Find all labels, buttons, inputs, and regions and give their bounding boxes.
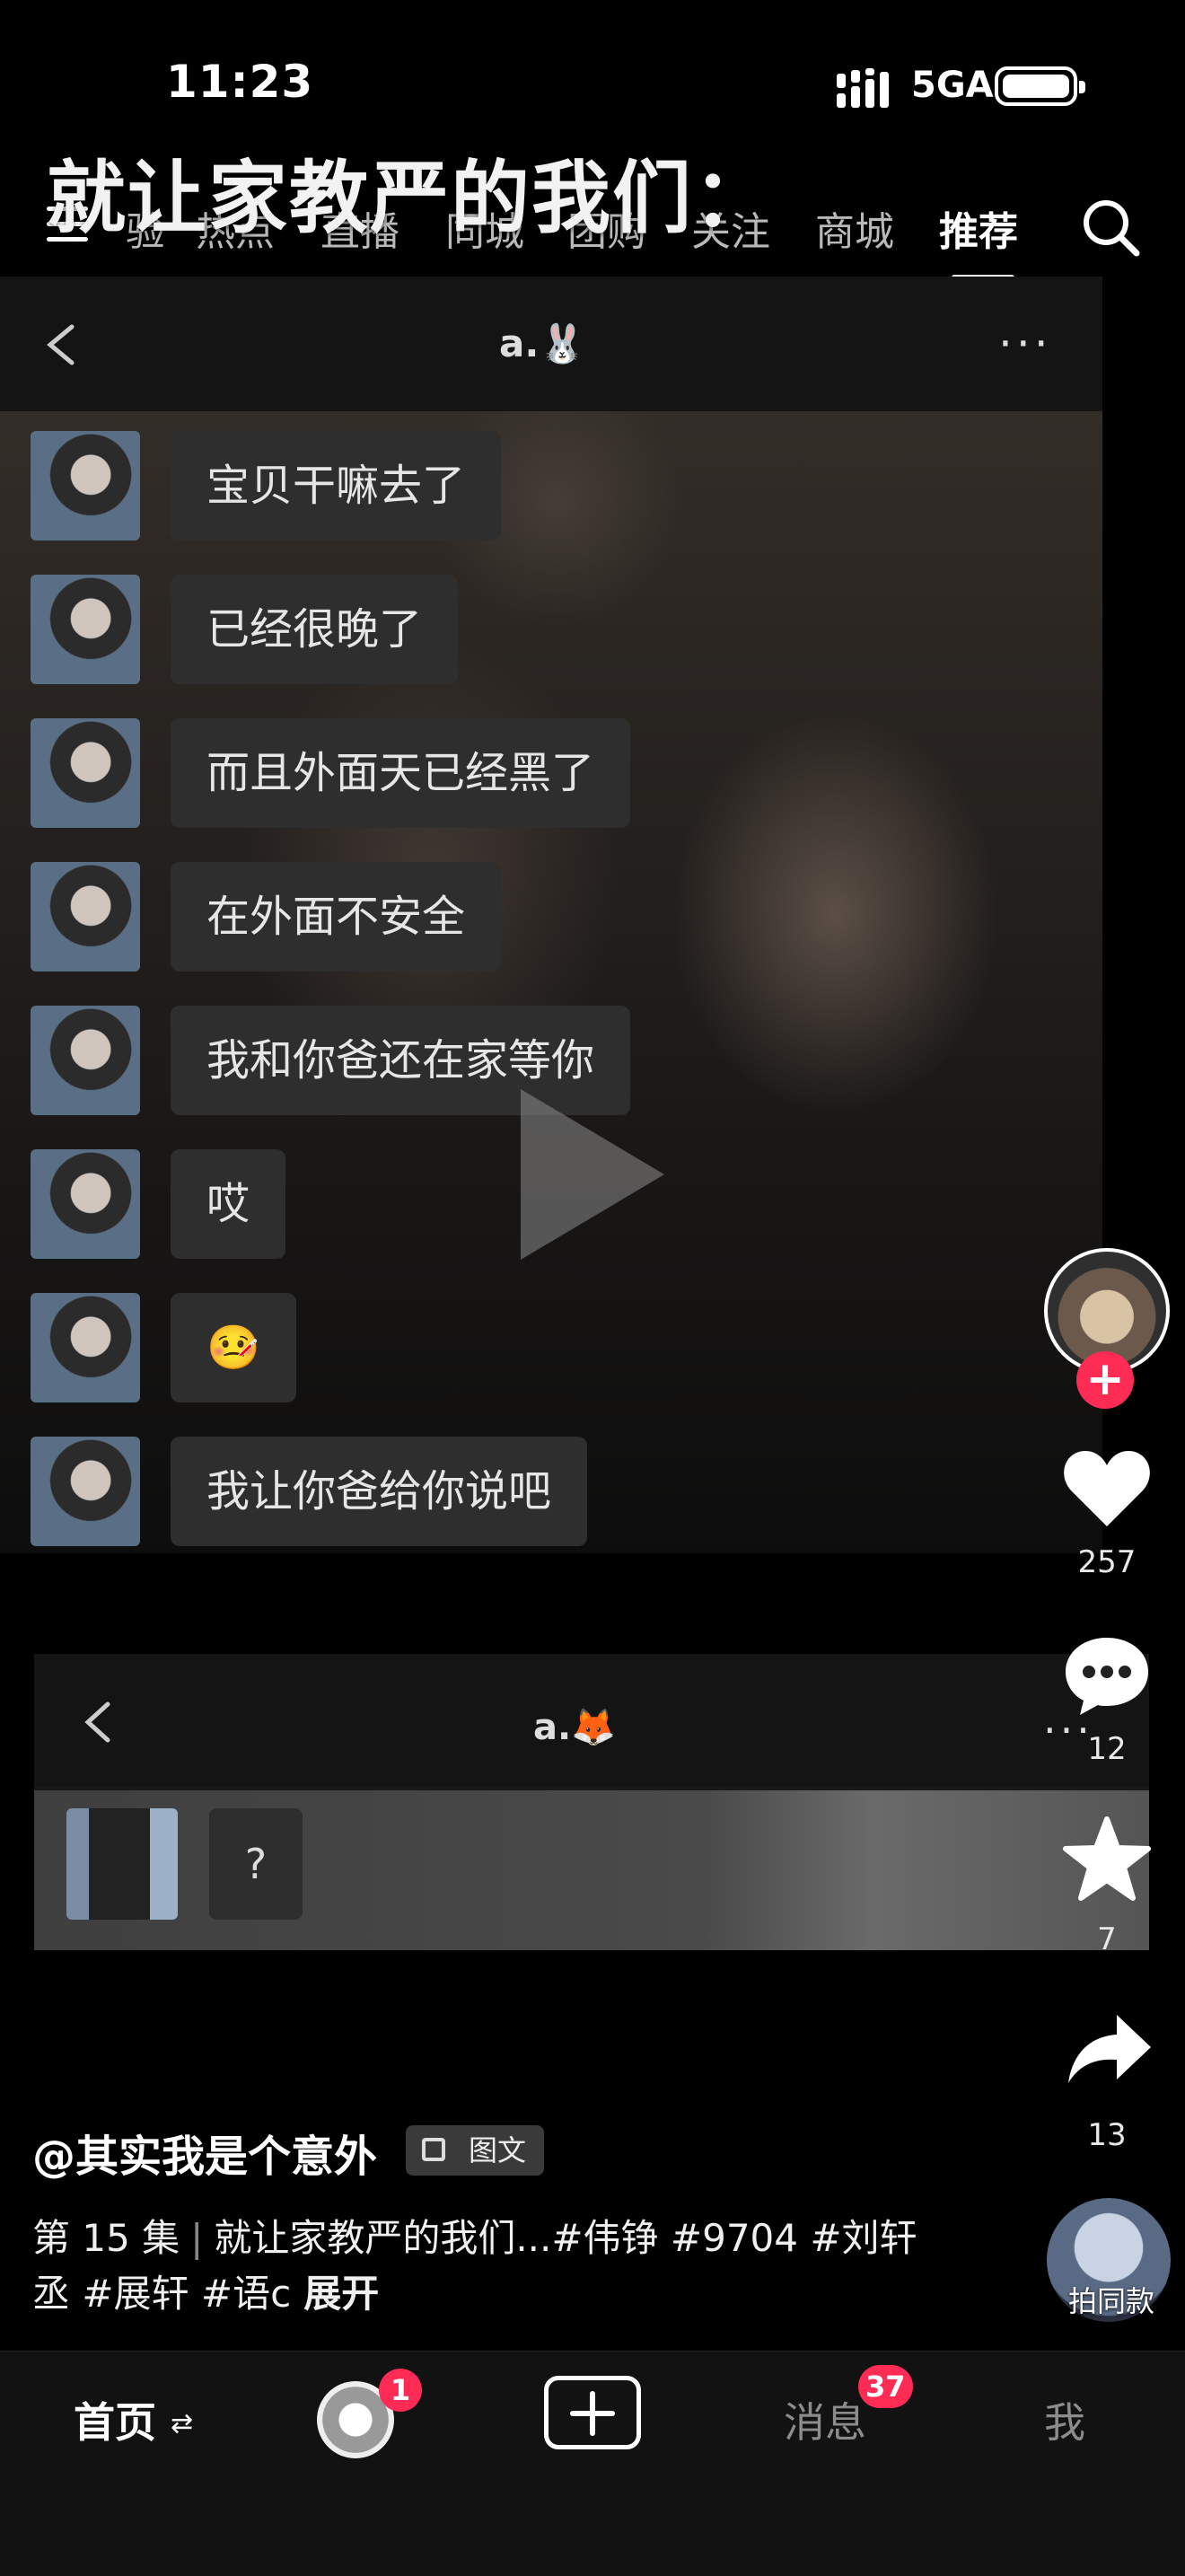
chat-body: ? [34,1790,1149,1950]
search-icon[interactable] [1079,196,1142,259]
background-photo [0,411,1102,1553]
message-bubble: 哎 [171,1149,286,1259]
play-icon[interactable] [521,1089,664,1260]
chat-screenshot-1: a.🐰 ··· 宝贝干嘛去了 已经很晚了 而且外面天已经黑了 在外面不安全 我和… [0,277,1102,1553]
image-text-icon [422,2138,445,2161]
comment-icon[interactable] [1062,1634,1152,1717]
message-bubble: 我让你爸给你说吧 [171,1437,588,1546]
avatar [31,1149,140,1259]
favorite-star-icon[interactable] [1062,1816,1152,1902]
tab-recommend[interactable]: 推荐 [939,199,1018,257]
status-time: 11:23 [166,56,314,108]
chat-contact-name: a.🦊 [533,1707,616,1748]
back-icon [47,324,75,365]
avatar [31,862,140,971]
episode-label: 第 15 集 [32,2216,180,2260]
tab-mall[interactable]: 商城 [815,199,894,257]
message-bubble: 已经很晚了 [171,575,459,684]
comment-count: 12 [1087,1731,1127,1767]
caption-line-2: 丞 #展轩 #语c [32,2272,292,2316]
back-icon [84,1701,110,1743]
tab-me[interactable]: 我 [1044,2390,1085,2449]
caption-line-1: 就让家教严的我们...#伟铮 #9704 #刘轩 [214,2216,917,2260]
network-type: 5GA [911,65,994,106]
message-bubble: 而且外面天已经黑了 [171,718,631,828]
chat-header: a.🦊 ··· [34,1654,1149,1787]
avatar [31,431,140,541]
message-bubble: 宝贝干嘛去了 [171,431,502,541]
tab-messages[interactable]: 消息 [784,2390,866,2449]
message-bubble: ? [209,1808,303,1920]
switch-icon[interactable]: ⇄ [171,2408,193,2440]
avatar [31,1006,140,1115]
avatar [31,718,140,828]
favorite-count: 7 [1097,1921,1117,1957]
chat-contact-name: a.🐰 [499,321,586,365]
chat-screenshot-2: a.🦊 ··· ? [34,1654,1149,1950]
message-bubble: 🤒 [171,1293,296,1402]
like-count: 257 [1077,1544,1137,1580]
post-caption[interactable]: 第 15 集 | 就让家教严的我们...#伟铮 #9704 #刘轩 丞 #展轩 #语… [32,2211,975,2322]
more-icon: ··· [998,318,1052,370]
share-icon[interactable] [1065,2011,1154,2088]
share-count: 13 [1087,2117,1127,2153]
heart-icon[interactable] [1062,1447,1152,1530]
tab-home[interactable]: 首页 [74,2390,156,2449]
post-type-badge: 图文 [406,2125,545,2176]
avatar [31,1293,140,1402]
chat-header: a.🐰 ··· [0,277,1102,411]
avatar [31,575,140,684]
friends-badge: 1 [379,2369,422,2412]
avatar [66,1808,178,1920]
avatar [31,1437,140,1546]
video-overlay-title: 就让家教严的我们： [47,152,775,244]
same-style-label[interactable]: 拍同款 [1049,2279,1174,2320]
messages-badge: 37 [858,2365,913,2408]
message-bubble: 在外面不安全 [171,862,502,971]
create-plus-icon[interactable] [544,2376,641,2449]
battery-icon [995,66,1085,106]
follow-plus-icon[interactable]: + [1076,1351,1134,1409]
expand-link[interactable]: 展开 [303,2272,379,2316]
author-name[interactable]: @其实我是个意外 [32,2121,377,2184]
